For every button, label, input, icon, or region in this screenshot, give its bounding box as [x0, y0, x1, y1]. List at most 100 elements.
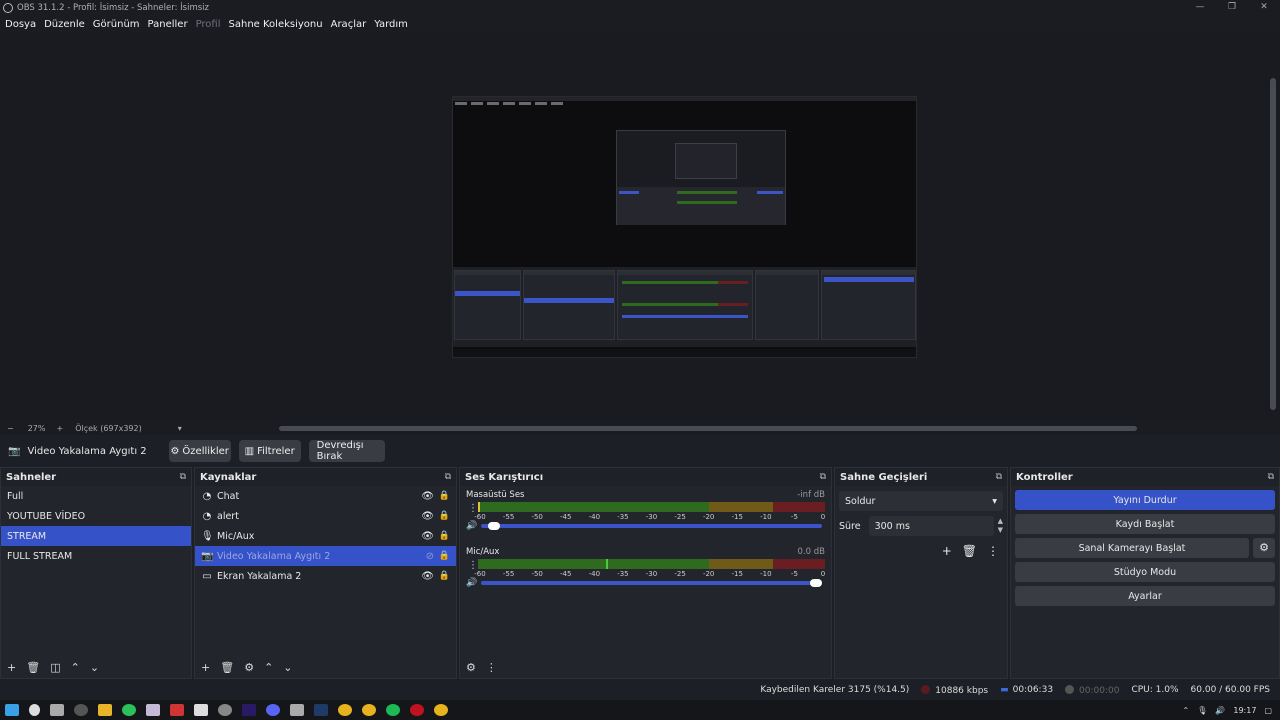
- chrome-icon[interactable]: [434, 704, 448, 716]
- lock-icon[interactable]: 🔒: [439, 551, 450, 561]
- scene-item[interactable]: Full: [1, 486, 191, 506]
- dock-undock-icon[interactable]: ⧉: [445, 472, 451, 482]
- move-up-icon[interactable]: ⌃: [264, 661, 273, 674]
- studio-mode-button[interactable]: Stüdyo Modu: [1015, 562, 1275, 582]
- more-vertical-icon[interactable]: ⋮: [486, 661, 497, 674]
- task-view-icon[interactable]: [50, 704, 64, 716]
- app-icon[interactable]: [170, 704, 184, 716]
- meter-tick-label: -15: [731, 513, 743, 521]
- trash-icon[interactable]: 🗑: [962, 544, 977, 558]
- more-vertical-icon[interactable]: ⋮: [987, 544, 999, 558]
- add-icon[interactable]: +: [7, 661, 16, 674]
- capcut-icon[interactable]: [290, 704, 304, 716]
- menu-paneller[interactable]: Paneller: [148, 19, 188, 30]
- slider-knob[interactable]: [487, 522, 500, 530]
- dock-undock-icon[interactable]: ⧉: [180, 472, 186, 482]
- app-icon[interactable]: [194, 704, 208, 716]
- move-up-icon[interactable]: ⌃: [71, 661, 80, 674]
- mic-icon[interactable]: 🎙: [1197, 706, 1207, 715]
- source-item[interactable]: ▭ Ekran Yakalama 2 👁 🔒: [195, 566, 456, 586]
- scene-item[interactable]: FULL STREAM: [1, 546, 191, 566]
- zoom-in-button[interactable]: +: [56, 424, 63, 433]
- app-icon[interactable]: [146, 704, 160, 716]
- app-icon[interactable]: [218, 704, 232, 716]
- source-item[interactable]: ◔ alert 👁 🔒: [195, 506, 456, 526]
- lock-icon[interactable]: 🔒: [439, 531, 450, 541]
- transition-select[interactable]: Soldur ▾: [839, 491, 1003, 511]
- whatsapp-icon[interactable]: [122, 704, 136, 716]
- dock-undock-icon[interactable]: ⧉: [996, 472, 1002, 482]
- obs-taskbar-icon[interactable]: [74, 704, 88, 716]
- photoshop-icon[interactable]: [314, 704, 328, 716]
- dock-undock-icon[interactable]: ⧉: [1268, 472, 1274, 482]
- menu-dosya[interactable]: Dosya: [5, 19, 36, 30]
- chrome-icon[interactable]: [338, 704, 352, 716]
- gear-icon[interactable]: ⚙: [244, 661, 254, 674]
- scale-label[interactable]: Ölçek (697x392): [75, 424, 142, 433]
- volume-slider[interactable]: [481, 522, 823, 530]
- menu-sahne-koleksiyonu[interactable]: Sahne Koleksiyonu: [229, 19, 323, 30]
- minimize-icon[interactable]: —: [1184, 0, 1216, 15]
- eye-hidden-icon[interactable]: ⊘: [426, 551, 434, 562]
- source-item[interactable]: ◔ Chat 👁 🔒: [195, 486, 456, 506]
- chevron-down-icon[interactable]: ▾: [178, 424, 182, 433]
- advanced-audio-icon[interactable]: ⚙: [466, 661, 476, 674]
- gear-icon[interactable]: ⚙: [1253, 538, 1275, 558]
- volume-slider[interactable]: [481, 579, 823, 587]
- menu-duzenle[interactable]: Düzenle: [44, 19, 85, 30]
- eye-icon[interactable]: 👁: [421, 531, 434, 542]
- speaker-icon[interactable]: 🔊: [466, 578, 477, 588]
- scene-item-selected[interactable]: STREAM: [1, 526, 191, 546]
- duration-spinner[interactable]: ▲ ▼: [998, 517, 1003, 535]
- notifications-icon[interactable]: ▢: [1264, 706, 1272, 715]
- duration-input[interactable]: 300 ms: [868, 516, 994, 536]
- speaker-icon[interactable]: 🔊: [466, 521, 477, 531]
- menu-araclar[interactable]: Araçlar: [331, 19, 367, 30]
- eye-icon[interactable]: 👁: [421, 571, 434, 582]
- eye-icon[interactable]: 👁: [421, 491, 434, 502]
- folder-icon[interactable]: [98, 704, 112, 716]
- move-down-icon[interactable]: ⌄: [283, 661, 292, 674]
- discord-icon[interactable]: [266, 704, 280, 716]
- clock[interactable]: 19:17: [1233, 706, 1256, 715]
- trash-icon[interactable]: 🗑: [26, 661, 40, 674]
- opera-icon[interactable]: [410, 704, 424, 716]
- filters-button[interactable]: ▥ Filtreler: [238, 440, 301, 462]
- source-item-selected[interactable]: 📷 Video Yakalama Aygıtı 2 ⊘ 🔒: [195, 546, 456, 566]
- eye-icon[interactable]: 👁: [421, 511, 434, 522]
- move-down-icon[interactable]: ⌄: [90, 661, 99, 674]
- menu-gorunum[interactable]: Görünüm: [93, 19, 140, 30]
- scene-item[interactable]: YOUTUBE VİDEO: [1, 506, 191, 526]
- dock-undock-icon[interactable]: ⧉: [820, 472, 826, 482]
- settings-button[interactable]: Ayarlar: [1015, 586, 1275, 606]
- search-icon[interactable]: [29, 704, 40, 716]
- volume-icon[interactable]: 🔊: [1215, 706, 1225, 715]
- add-icon[interactable]: +: [201, 661, 210, 674]
- preview-horizontal-scrollbar[interactable]: [279, 426, 1137, 431]
- program-preview[interactable]: [452, 96, 917, 358]
- properties-button[interactable]: ⚙ Özellikler: [168, 440, 231, 462]
- lock-icon[interactable]: 🔒: [439, 491, 450, 501]
- stop-stream-button[interactable]: Yayını Durdur: [1015, 490, 1275, 510]
- maximize-icon[interactable]: ❐: [1216, 0, 1248, 15]
- add-icon[interactable]: +: [942, 544, 952, 558]
- deactivate-button[interactable]: Devredışı Bırak: [308, 440, 385, 462]
- close-icon[interactable]: ✕: [1248, 0, 1280, 15]
- trash-icon[interactable]: 🗑: [220, 661, 234, 674]
- start-recording-button[interactable]: Kaydı Başlat: [1015, 514, 1275, 534]
- lock-icon[interactable]: 🔒: [439, 511, 450, 521]
- preview-vertical-scrollbar[interactable]: [1270, 78, 1276, 410]
- preview-area[interactable]: [0, 33, 1280, 421]
- start-icon[interactable]: [5, 704, 19, 716]
- menu-yardim[interactable]: Yardım: [374, 19, 408, 30]
- premiere-icon[interactable]: [242, 704, 256, 716]
- slider-knob[interactable]: [810, 579, 823, 587]
- chrome-icon[interactable]: [362, 704, 376, 716]
- filter-icon[interactable]: ◫: [50, 661, 60, 674]
- lock-icon[interactable]: 🔒: [439, 571, 450, 581]
- source-item[interactable]: 🎙 Mic/Aux 👁 🔒: [195, 526, 456, 546]
- zoom-out-button[interactable]: −: [7, 424, 14, 433]
- chevron-up-icon[interactable]: ⌃: [1183, 706, 1190, 715]
- start-virtual-camera-button[interactable]: Sanal Kamerayı Başlat: [1015, 538, 1249, 558]
- spotify-icon[interactable]: [386, 704, 400, 716]
